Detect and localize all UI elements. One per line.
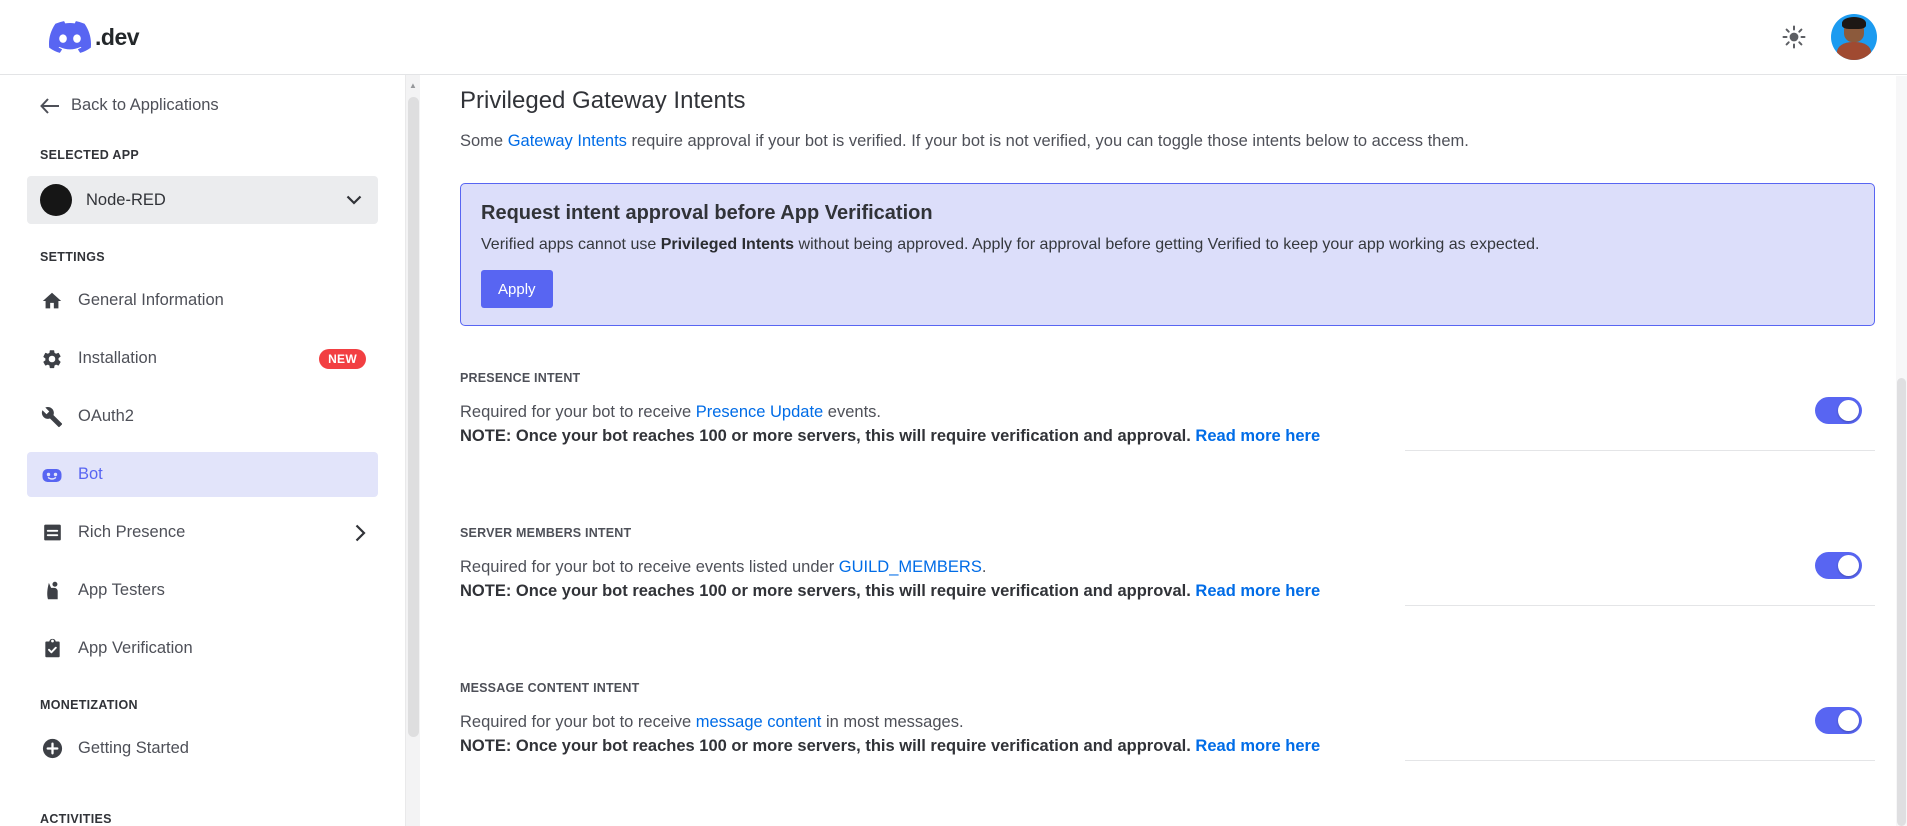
rich-presence-icon [40, 521, 64, 545]
presence-update-link[interactable]: Presence Update [696, 403, 824, 421]
app-testers-icon [40, 579, 64, 603]
toggle-knob [1838, 555, 1859, 576]
sidebar: Back to Applications SELECTED APP Node-R… [0, 75, 405, 826]
selected-app-label: SELECTED APP [40, 148, 139, 162]
banner-body-pre: Verified apps cannot use [481, 236, 661, 253]
sidebar-item-label: Installation [78, 349, 157, 367]
sidebar-item-getting-started[interactable]: Getting Started [27, 726, 378, 771]
intent-desc-post: . [981, 558, 987, 576]
user-avatar[interactable] [1831, 14, 1877, 60]
intent-desc-pre: Required for your bot to receive [460, 403, 696, 421]
banner-body: Verified apps cannot use Privileged Inte… [481, 234, 1854, 255]
intent-note: NOTE: Once your bot reaches 100 or more … [460, 424, 1875, 448]
scrollbar-up-arrow-icon[interactable]: ▲ [409, 81, 417, 90]
sidebar-item-rich-presence[interactable]: Rich Presence [27, 510, 378, 555]
intent-label: SERVER MEMBERS INTENT [460, 526, 632, 540]
activities-label: ACTIVITIES [40, 812, 112, 826]
sidebar-item-app-testers[interactable]: App Testers [27, 568, 378, 613]
discord-logo-icon [49, 21, 91, 53]
sidebar-item-label: OAuth2 [78, 407, 134, 425]
sidebar-item-bot[interactable]: Bot [27, 452, 378, 497]
gateway-intents-link[interactable]: Gateway Intents [508, 132, 627, 150]
intent-note-text: NOTE: Once your bot reaches 100 or more … [460, 427, 1196, 445]
scrollbar-thumb[interactable] [407, 97, 419, 737]
logo-suffix-text: .dev [95, 23, 140, 50]
plus-circle-icon [40, 737, 64, 761]
intent-description: Required for your bot to receive events … [460, 555, 1875, 579]
chevron-right-icon [355, 524, 366, 542]
bot-icon [40, 463, 64, 487]
divider [1405, 450, 1875, 451]
intent-desc-pre: Required for your bot to receive [460, 713, 696, 731]
banner-title: Request intent approval before App Verif… [481, 202, 933, 224]
banner-body-post: without being approved. Apply for approv… [794, 236, 1540, 253]
divider [1405, 605, 1875, 606]
back-arrow-icon [40, 97, 59, 114]
chevron-down-icon [346, 195, 362, 205]
read-more-link[interactable]: Read more here [1195, 737, 1320, 755]
intro-pre: Some [460, 132, 508, 150]
intent-note: NOTE: Once your bot reaches 100 or more … [460, 579, 1875, 603]
divider [1405, 760, 1875, 761]
settings-label: SETTINGS [40, 250, 105, 264]
gear-icon [40, 347, 64, 371]
main-content: Privileged Gateway Intents Some Gateway … [420, 75, 1907, 826]
presence-intent-toggle[interactable] [1815, 397, 1862, 424]
monetization-label: MONETIZATION [40, 698, 138, 712]
theme-toggle-button[interactable] [1781, 24, 1807, 50]
sun-icon [1782, 25, 1806, 49]
sidebar-item-general-information[interactable]: General Information [27, 278, 378, 323]
intent-desc-post: in most messages. [821, 713, 964, 731]
toggle-knob [1838, 710, 1859, 731]
back-link-label: Back to Applications [71, 96, 219, 114]
intent-description: Required for your bot to receive message… [460, 710, 1875, 734]
intent-label: MESSAGE CONTENT INTENT [460, 681, 640, 695]
page-scrollbar[interactable] [1896, 76, 1907, 826]
banner-body-bold: Privileged Intents [660, 236, 795, 253]
guild-members-link[interactable]: GUILD_MEMBERS [839, 558, 982, 576]
intent-desc-post: events. [823, 403, 882, 421]
page-title: Privileged Gateway Intents [460, 87, 746, 114]
sidebar-item-app-verification[interactable]: App Verification [27, 626, 378, 671]
intent-approval-banner: Request intent approval before App Verif… [460, 183, 1875, 326]
intent-desc-pre: Required for your bot to receive events … [460, 558, 839, 576]
page-scrollbar-thumb[interactable] [1897, 378, 1906, 826]
app-avatar [40, 184, 72, 216]
sidebar-scrollbar[interactable]: ▲ [405, 75, 420, 826]
app-selector[interactable]: Node-RED [27, 176, 378, 224]
sidebar-item-oauth2[interactable]: OAuth2 [27, 394, 378, 439]
intent-note-text: NOTE: Once your bot reaches 100 or more … [460, 737, 1196, 755]
intent-label: PRESENCE INTENT [460, 371, 581, 385]
server-members-intent-row: SERVER MEMBERS INTENT Required for your … [460, 526, 1875, 681]
sidebar-item-installation[interactable]: Installation NEW [27, 336, 378, 381]
message-content-intent-toggle[interactable] [1815, 707, 1862, 734]
intro-text: Some Gateway Intents require approval if… [460, 130, 1875, 152]
intro-post: require approval if your bot is verified… [626, 132, 1469, 150]
sidebar-item-label: Getting Started [78, 739, 189, 757]
sidebar-item-label: App Verification [78, 639, 193, 657]
selected-app-name: Node-RED [86, 190, 166, 209]
top-header: .dev [0, 0, 1907, 75]
sidebar-item-label: Rich Presence [78, 523, 186, 541]
toggle-knob [1838, 400, 1859, 421]
home-icon [40, 289, 64, 313]
sidebar-item-label: Bot [78, 465, 103, 483]
read-more-link[interactable]: Read more here [1195, 582, 1320, 600]
sidebar-item-label: General Information [78, 291, 224, 309]
intent-description: Required for your bot to receive Presenc… [460, 400, 1875, 424]
intent-note: NOTE: Once your bot reaches 100 or more … [460, 734, 1875, 758]
read-more-link[interactable]: Read more here [1195, 427, 1320, 445]
message-content-intent-row: MESSAGE CONTENT INTENT Required for your… [460, 681, 1875, 826]
back-to-applications-link[interactable]: Back to Applications [0, 96, 405, 115]
discord-dev-logo[interactable]: .dev [49, 21, 140, 53]
apply-button[interactable]: Apply [481, 270, 553, 308]
presence-intent-row: PRESENCE INTENT Required for your bot to… [460, 371, 1875, 526]
sidebar-item-label: App Testers [78, 581, 165, 599]
server-members-intent-toggle[interactable] [1815, 552, 1862, 579]
new-badge: NEW [319, 348, 366, 369]
intent-note-text: NOTE: Once your bot reaches 100 or more … [460, 582, 1196, 600]
wrench-icon [40, 405, 64, 429]
app-verification-icon [40, 637, 64, 661]
message-content-link[interactable]: message content [696, 713, 822, 731]
